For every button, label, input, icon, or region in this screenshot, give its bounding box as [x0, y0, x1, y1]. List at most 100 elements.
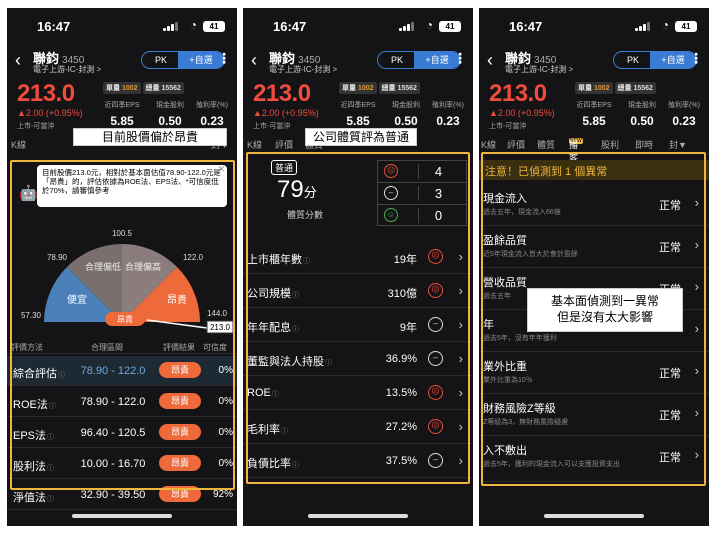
- tab-valuation[interactable]: 評價: [507, 138, 525, 151]
- chevron-right-icon: ›: [458, 453, 463, 468]
- signal-icon: [635, 22, 651, 31]
- status-time: 16:47: [509, 19, 543, 34]
- valuation-tooltip: 目前股價213.0元，相對於基本面估值78.90-122.0元是「昂貴」的，評估…: [37, 165, 227, 207]
- chevron-right-icon: ›: [458, 317, 463, 332]
- chevron-right-icon: ›: [694, 405, 699, 420]
- list-item[interactable]: 入不敷出 過去5年，獲利的現金流入可以支應投資支出 正常 ›: [479, 436, 709, 482]
- sad-face-icon: ☹: [428, 283, 443, 298]
- metric-yield: 殖利率(%) 0.23: [432, 102, 464, 128]
- chevron-right-icon: ›: [694, 237, 699, 252]
- close-icon[interactable]: ✕: [217, 165, 225, 174]
- gauge-tick-57: 57.30: [21, 311, 42, 320]
- back-icon[interactable]: ‹: [251, 50, 257, 71]
- volume-badges: 單量 1002 總量 15562: [103, 82, 186, 94]
- chevron-right-icon: ›: [694, 363, 699, 378]
- gauge-tick-144: 144.0: [207, 309, 228, 318]
- back-icon[interactable]: ‹: [487, 50, 493, 71]
- market-type: 上市-可當沖: [489, 123, 527, 130]
- phone-quality: 16:47 ◔ 41 ‹ 聯鈞 3450 電子上游-IC-封測 > PK +自選 …: [243, 8, 473, 526]
- price-change: ▲2.00 (+0.95%): [253, 108, 319, 118]
- pk-button[interactable]: PK: [378, 52, 416, 68]
- list-item[interactable]: 年年配息ⓘ 9年 – ›: [243, 308, 473, 342]
- tab-valuation[interactable]: 評價: [275, 138, 293, 151]
- valuation-gauge: 100.5 78.90 122.0 57.30 144.0 便宜 合理偏低 合理…: [21, 229, 234, 334]
- stock-header: ‹ 聯鈞 3450 電子上游-IC-封測 > PK +自選 ⋮: [7, 48, 237, 78]
- list-item[interactable]: 負債比率ⓘ 37.5% – ›: [243, 444, 473, 478]
- info-icon: ⓘ: [47, 434, 55, 441]
- wifi-icon: ◔: [661, 18, 669, 32]
- more-icon[interactable]: ⋮: [689, 50, 703, 67]
- stock-header: ‹ 聯鈞 3450 電子上游-IC-封測 > PK +自選 ⋮: [243, 48, 473, 78]
- pk-button[interactable]: PK: [614, 52, 652, 68]
- list-item[interactable]: 財務風險Z等級 Z等級為3，無財務風險疑慮 正常 ›: [479, 394, 709, 436]
- metric-eps: 近四季EPS 5.85: [340, 102, 376, 128]
- metric-dividend: 現金股利 0.50: [392, 102, 420, 128]
- total-volume: 總量 15562: [614, 82, 656, 94]
- metric-dividend: 現金股利 0.50: [156, 102, 184, 128]
- list-item[interactable]: 毛利率ⓘ 27.2% ☹ ›: [243, 410, 473, 444]
- metric-yield: 殖利率(%) 0.23: [668, 102, 700, 128]
- chevron-right-icon: ›: [694, 195, 699, 210]
- single-volume: 單量 1002: [575, 82, 613, 94]
- metric-yield: 殖利率(%) 0.23: [196, 102, 228, 128]
- status-bar: 16:47 ◔ 41: [7, 8, 237, 44]
- battery-icon: 41: [675, 21, 697, 32]
- gauge-tick-100: 100.5: [112, 229, 133, 238]
- single-volume: 單量 1002: [103, 82, 141, 94]
- list-item[interactable]: 業外比重 業外比重為10％ 正常 ›: [479, 352, 709, 394]
- table-row[interactable]: EPS法ⓘ 96.40 - 120.5 昂貴 0%: [7, 418, 237, 448]
- table-row[interactable]: 綜合評估ⓘ 78.90 - 122.0 昂貴 0%: [7, 356, 237, 386]
- table-row[interactable]: 淨值法ⓘ 32.90 - 39.50 昂貴 92%: [7, 480, 237, 510]
- price-change: ▲2.00 (+0.95%): [489, 108, 555, 118]
- chevron-right-icon: ›: [694, 447, 699, 462]
- volume-badges: 單量 1002 總量 15562: [339, 82, 422, 94]
- annotation-label: 目前股價偏於昂貴: [73, 128, 227, 146]
- stock-sector[interactable]: 電子上游-IC-封測 >: [33, 64, 101, 75]
- battery-icon: 41: [439, 21, 461, 32]
- table-row[interactable]: 股利法ⓘ 10.00 - 16.70 昂貴 0%: [7, 449, 237, 479]
- tab-dividend[interactable]: 股利: [601, 138, 619, 151]
- info-icon: ⓘ: [281, 428, 288, 435]
- gauge-tick-78: 78.90: [47, 253, 68, 262]
- current-zone-text: 昂貴: [117, 314, 133, 324]
- battery-icon: 41: [203, 21, 225, 32]
- list-item[interactable]: 現金流入 過去五年，現金流入66億 正常 ›: [479, 184, 709, 226]
- chevron-right-icon: ›: [458, 351, 463, 366]
- info-icon: ⓘ: [325, 360, 332, 367]
- list-item[interactable]: ROEⓘ 13.5% ☹ ›: [243, 376, 473, 410]
- phone-risk: 16:47 ◔ 41 ‹ 聯鈞 3450 電子上游-IC-封測 > PK +自選 …: [479, 8, 709, 526]
- tab-realtime[interactable]: 即時: [635, 138, 653, 151]
- metric-eps: 近四季EPS 5.85: [576, 102, 612, 128]
- total-volume: 總量 15562: [378, 82, 420, 94]
- list-item[interactable]: 盈餘品質 近5年現金流入皆大於會計盈餘 正常 ›: [479, 226, 709, 268]
- list-item[interactable]: 上市櫃年數ⓘ 19年 ☹ ›: [243, 240, 473, 274]
- zone-fair-high-label: 合理偏高: [125, 261, 161, 272]
- wifi-icon: ◔: [189, 18, 197, 32]
- tab-kline[interactable]: K線: [247, 138, 262, 151]
- back-icon[interactable]: ‹: [15, 50, 21, 71]
- volume-badges: 單量 1002 總量 15562: [575, 82, 658, 94]
- quality-score-card: 普通 79分 體質分數 ☹ 4 –3 ☺ 0: [247, 158, 469, 238]
- tab-kline[interactable]: K線: [481, 138, 496, 151]
- stock-sector[interactable]: 電子上游-IC-封測 >: [269, 64, 337, 75]
- signal-icon: [163, 22, 179, 31]
- pk-button[interactable]: PK: [142, 52, 180, 68]
- stock-sector[interactable]: 電子上游-IC-封測 >: [505, 64, 573, 75]
- count-neutral: –3: [378, 183, 466, 205]
- annotation-label: 公司體質評為普通: [305, 128, 417, 146]
- info-icon: ⓘ: [292, 326, 299, 333]
- more-icon[interactable]: ⋮: [453, 50, 467, 67]
- tab-kline[interactable]: K線: [11, 138, 26, 151]
- list-item[interactable]: 董監與法人持股ⓘ 36.9% – ›: [243, 342, 473, 376]
- total-volume: 總量 15562: [142, 82, 184, 94]
- tab-more[interactable]: 封▼: [669, 138, 687, 151]
- list-item[interactable]: 公司規模ⓘ 310億 ☹ ›: [243, 274, 473, 308]
- more-icon[interactable]: ⋮: [217, 50, 231, 67]
- tab-quality[interactable]: 體質: [537, 138, 555, 151]
- info-icon: ⓘ: [292, 462, 299, 469]
- neutral-face-icon: –: [384, 186, 398, 200]
- sad-face-icon: ☹: [384, 164, 398, 178]
- table-row[interactable]: ROE法ⓘ 78.90 - 122.0 昂貴 0%: [7, 387, 237, 417]
- stock-price: 213.0: [17, 80, 75, 107]
- tab-podcast[interactable]: 播客 NEW: [569, 138, 583, 163]
